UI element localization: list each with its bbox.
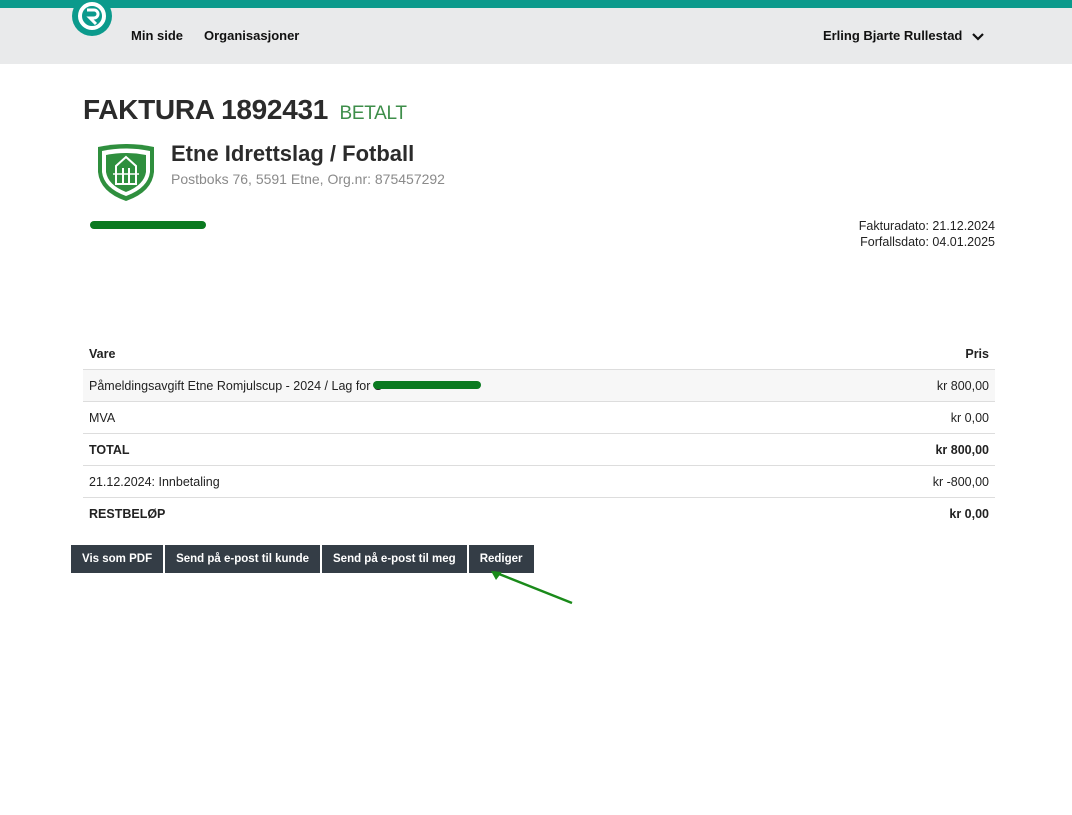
- invoice-title: FAKTURA 1892431 BETALT: [83, 94, 407, 126]
- table-header-row: Vare Pris: [83, 338, 995, 370]
- payment-amount: kr -800,00: [828, 465, 995, 498]
- balance-amount: kr 0,00: [949, 506, 989, 521]
- line-item-label: Påmeldingsavgift Etne Romjulscup - 2024 …: [83, 369, 829, 402]
- nav-organisasjoner[interactable]: Organisasjoner: [204, 28, 299, 43]
- table-row: MVA kr 0,00: [83, 401, 995, 434]
- table-row: RESTBELØP kr 0,00: [83, 498, 995, 530]
- annotation-arrow-icon: [491, 570, 573, 605]
- invoice-lines-table: Vare Pris Påmeldingsavgift Etne Romjulsc…: [83, 338, 995, 529]
- user-name: Erling Bjarte Rullestad: [822, 28, 963, 43]
- action-buttons: Vis som PDF Send på e-post til kunde Sen…: [71, 545, 534, 573]
- send-email-me-button[interactable]: Send på e-post til meg: [322, 545, 467, 573]
- redaction-mark: [373, 381, 481, 389]
- payment-label: 21.12.2024: Innbetaling: [83, 465, 829, 498]
- invoice-dates: Fakturadato: 21.12.2024 Forfallsdato: 04…: [859, 218, 995, 250]
- user-menu[interactable]: Erling Bjarte Rullestad: [823, 28, 984, 43]
- col-vare: Vare: [83, 338, 829, 370]
- invoice-date: Fakturadato: 21.12.2024: [858, 219, 995, 233]
- due-date: Forfallsdato: 04.01.2025: [860, 235, 995, 249]
- club-address: Postboks 76, 5591 Etne, Org.nr: 87545729…: [171, 171, 445, 187]
- mva-label: MVA: [83, 401, 829, 434]
- table-row: Påmeldingsavgift Etne Romjulscup - 2024 …: [83, 369, 995, 402]
- col-pris: Pris: [828, 338, 995, 370]
- top-navbar: Min side Organisasjoner Erling Bjarte Ru…: [0, 0, 1072, 64]
- redaction-mark: [90, 221, 206, 229]
- nav-min-side[interactable]: Min side: [131, 28, 183, 43]
- total-price: kr 800,00: [828, 433, 995, 466]
- mva-price: kr 0,00: [828, 401, 995, 434]
- table-row: 21.12.2024: Innbetaling kr -800,00: [83, 465, 995, 498]
- club-name: Etne Idrettslag / Fotball: [171, 141, 415, 166]
- app-logo-icon[interactable]: [72, 0, 112, 36]
- invoice-number: FAKTURA 1892431: [83, 94, 329, 125]
- line-item-price: kr 800,00: [828, 369, 995, 402]
- brand-top-stripe: [0, 0, 1072, 8]
- total-label: TOTAL: [83, 433, 829, 466]
- club-crest-icon: [98, 144, 154, 201]
- balance-label: RESTBELØP: [89, 506, 166, 521]
- status-badge: BETALT: [339, 103, 407, 124]
- view-pdf-button[interactable]: Vis som PDF: [71, 545, 164, 573]
- chevron-down-icon: [972, 32, 984, 41]
- send-email-customer-button[interactable]: Send på e-post til kunde: [165, 545, 320, 573]
- table-row: TOTAL kr 800,00: [83, 433, 995, 466]
